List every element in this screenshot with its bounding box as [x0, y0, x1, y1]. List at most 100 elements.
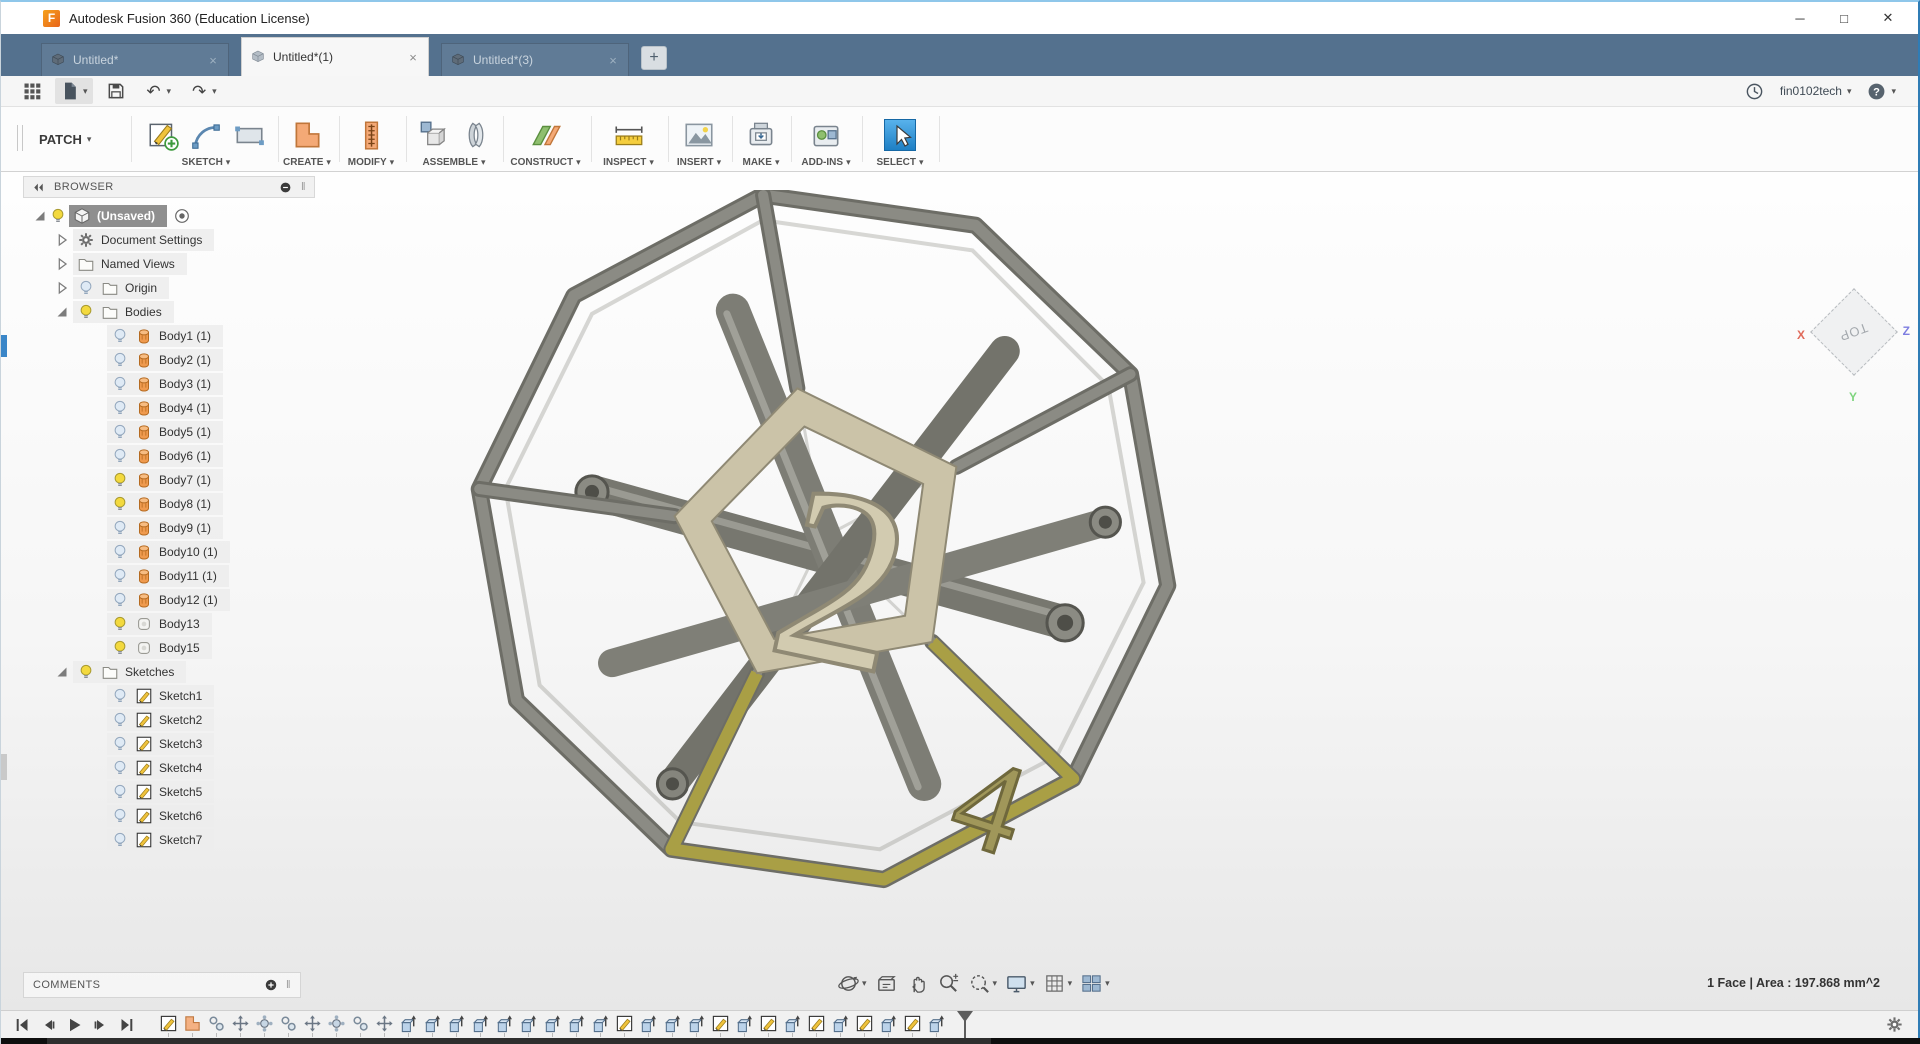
browser-row-sketch5[interactable]: Sketch5 [23, 780, 315, 804]
timeline-item-extrude[interactable] [567, 1014, 586, 1037]
insert-image-icon[interactable] [682, 118, 716, 152]
step-forward-button[interactable] [89, 1014, 112, 1036]
bulb-off-icon[interactable] [111, 327, 129, 345]
browser-row-sketch1[interactable]: Sketch1 [23, 684, 315, 708]
timeline-item-extrude[interactable] [927, 1014, 946, 1037]
new-tab-button[interactable]: + [641, 46, 667, 70]
timeline-item-sketch[interactable] [855, 1014, 874, 1037]
browser-row-sketch4[interactable]: Sketch4 [23, 756, 315, 780]
redo-button[interactable]: ↷ ▾ [184, 78, 222, 104]
bulb-off-icon[interactable] [111, 735, 129, 753]
bulb-off-icon[interactable] [111, 807, 129, 825]
add-comment-icon[interactable] [264, 978, 278, 992]
bulb-off-icon[interactable] [111, 519, 129, 537]
viewport-canvas[interactable]: 2 4 BROWSER ‖ (Unsaved) Document Settings… [1, 172, 1918, 1010]
browser-row-body41[interactable]: Body4 (1) [23, 396, 315, 420]
timeline-item-extrude[interactable] [831, 1014, 850, 1037]
browser-row-body101[interactable]: Body10 (1) [23, 540, 315, 564]
timeline-item-extrude[interactable] [879, 1014, 898, 1037]
timeline-item-joint[interactable] [351, 1014, 370, 1037]
timeline-item-joint[interactable] [279, 1014, 298, 1037]
display-settings-button[interactable]: ▾ [1005, 972, 1035, 995]
browser-row-namedviews[interactable]: Named Views [23, 252, 315, 276]
ribbon-group-dropdown[interactable]: ASSEMBLE ▾ [422, 157, 485, 168]
tri-col-icon[interactable] [53, 231, 71, 249]
timeline-item-extrude[interactable] [663, 1014, 682, 1037]
ribbon-group-dropdown[interactable]: INSERT ▾ [677, 157, 721, 168]
bulb-off-icon[interactable] [111, 447, 129, 465]
timeline-item-extrude[interactable] [471, 1014, 490, 1037]
help-menu[interactable]: ? ▾ [1867, 82, 1896, 101]
viewports-button[interactable]: ▾ [1080, 972, 1110, 995]
browser-row-body111[interactable]: Body11 (1) [23, 564, 315, 588]
browser-row-body61[interactable]: Body6 (1) [23, 444, 315, 468]
bulb-on-icon[interactable] [111, 639, 129, 657]
minimize-button[interactable]: ─ [1778, 4, 1822, 32]
timeline-item-sketch[interactable] [711, 1014, 730, 1037]
bulb-on-icon[interactable] [111, 495, 129, 513]
arc-icon[interactable] [189, 118, 223, 152]
bulb-off-icon[interactable] [111, 423, 129, 441]
browser-row-body121[interactable]: Body12 (1) [23, 588, 315, 612]
browser-row-body13[interactable]: Body13 [23, 612, 315, 636]
maximize-button[interactable]: □ [1822, 4, 1866, 32]
document-tab-2[interactable]: Untitled*(1) × [241, 37, 429, 76]
browser-row-sketch3[interactable]: Sketch3 [23, 732, 315, 756]
pan-button[interactable] [906, 972, 929, 995]
bulb-on-icon[interactable] [49, 207, 67, 225]
make-print-icon[interactable] [744, 118, 778, 152]
view-cube-face[interactable]: TOP [1810, 288, 1898, 376]
browser-row-sketch6[interactable]: Sketch6 [23, 804, 315, 828]
timeline-item-extrude[interactable] [543, 1014, 562, 1037]
timeline-item-sketch[interactable] [759, 1014, 778, 1037]
timeline-item-extrude[interactable] [639, 1014, 658, 1037]
browser-row-body15[interactable]: Body15 [23, 636, 315, 660]
browser-row-body31[interactable]: Body3 (1) [23, 372, 315, 396]
browser-row-body21[interactable]: Body2 (1) [23, 348, 315, 372]
ribbon-group-dropdown[interactable]: ADD-INS ▾ [801, 157, 850, 168]
bulb-off-icon[interactable] [111, 543, 129, 561]
user-menu[interactable]: fin0102tech ▾ [1780, 84, 1852, 98]
browser-row-origin[interactable]: Origin [23, 276, 315, 300]
collapse-panel-icon[interactable] [32, 181, 45, 194]
joint-icon[interactable] [459, 118, 493, 152]
browser-row-body71[interactable]: Body7 (1) [23, 468, 315, 492]
view-cube[interactable]: TOP X Z Y [1794, 288, 1916, 406]
bulb-on-icon[interactable] [77, 303, 95, 321]
skip-start-button[interactable] [11, 1014, 34, 1036]
construct-planes-icon[interactable] [529, 118, 563, 152]
close-button[interactable]: ✕ [1866, 4, 1910, 32]
ribbon-group-dropdown[interactable]: MODIFY ▾ [348, 157, 394, 168]
timeline-item-extrude[interactable] [687, 1014, 706, 1037]
timeline-item-extrude[interactable] [735, 1014, 754, 1037]
skip-end-button[interactable] [115, 1014, 138, 1036]
assemble-cubes-icon[interactable] [416, 118, 450, 152]
document-tab-1[interactable]: Untitled* × [41, 43, 229, 76]
clock-icon[interactable] [1745, 82, 1764, 101]
browser-row-sketch7[interactable]: Sketch7 [23, 828, 315, 852]
bulb-off-icon[interactable] [111, 831, 129, 849]
timeline-item-sketch[interactable] [615, 1014, 634, 1037]
timeline-item-move[interactable] [231, 1014, 250, 1037]
workspace-dropdown[interactable]: PATCH ▾ [39, 107, 91, 171]
patch-create-icon[interactable] [290, 118, 324, 152]
toolbar-grip[interactable] [17, 125, 23, 151]
bulb-off-icon[interactable] [111, 591, 129, 609]
timeline-scrollbar-thumb[interactable] [47, 1038, 991, 1044]
activate-icon[interactable] [173, 207, 191, 225]
bulb-off-icon[interactable] [111, 759, 129, 777]
browser-row-body81[interactable]: Body8 (1) [23, 492, 315, 516]
play-button[interactable] [63, 1014, 86, 1036]
create-sketch-icon[interactable] [146, 118, 180, 152]
close-tab-icon[interactable]: × [606, 53, 620, 68]
bulb-off-icon[interactable] [111, 351, 129, 369]
browser-row-body91[interactable]: Body9 (1) [23, 516, 315, 540]
browser-row-body11[interactable]: Body1 (1) [23, 324, 315, 348]
tri-exp-icon[interactable] [31, 207, 49, 225]
look-at-button[interactable] [875, 972, 898, 995]
timeline-item-orient[interactable] [327, 1014, 346, 1037]
select-cursor-button[interactable] [884, 118, 916, 151]
apps-grid-button[interactable] [17, 78, 47, 104]
browser-row-body51[interactable]: Body5 (1) [23, 420, 315, 444]
ribbon-group-dropdown[interactable]: MAKE ▾ [743, 157, 780, 168]
